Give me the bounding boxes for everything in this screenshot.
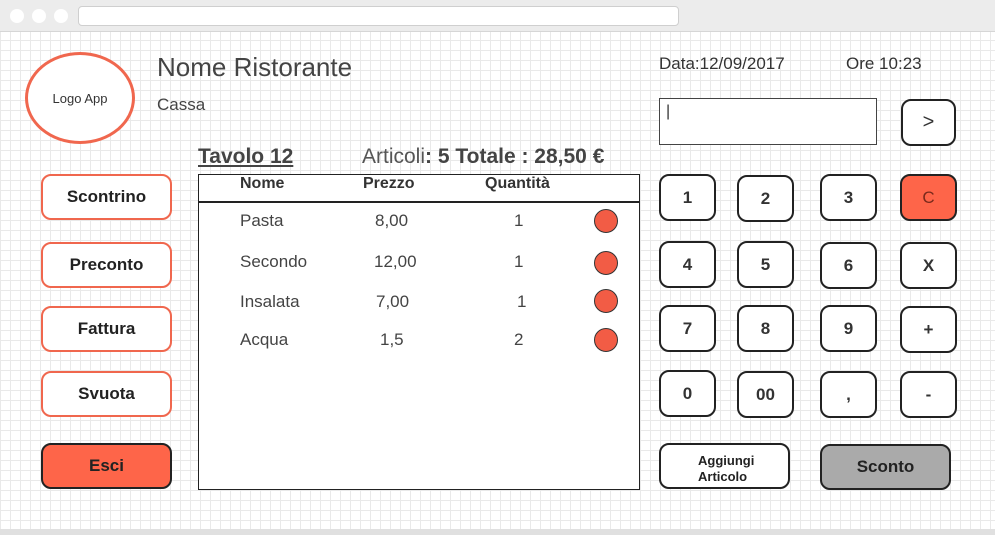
key-0[interactable]: 0 [659,370,716,417]
row-price: 12,00 [374,252,417,271]
articles-count: : 5 Totale [425,145,516,168]
remove-item-button[interactable] [594,209,618,233]
app-logo: Logo App [25,52,135,144]
remove-item-button[interactable] [594,251,618,275]
key-clear[interactable]: C [900,174,957,221]
remove-item-button[interactable] [594,289,618,313]
row-quantity: 1 [514,252,524,271]
key-3[interactable]: 3 [820,174,877,221]
row-quantity: 2 [514,330,524,349]
row-name: Pasta [240,211,284,230]
row-price: 1,5 [380,330,404,349]
key-7[interactable]: 7 [659,305,716,352]
address-bar[interactable] [78,6,679,26]
date-label: Data:12/09/2017 [659,54,785,73]
key-multiply[interactable]: X [900,242,957,289]
confirm-button[interactable]: > [901,99,956,146]
key-plus[interactable]: + [900,306,957,353]
row-name: Acqua [240,330,289,349]
row-name: Insalata [240,292,300,311]
order-summary: Articoli: 5 Totale : 28,50 € [362,145,604,169]
invoice-button[interactable]: Fattura [41,306,172,352]
key-5[interactable]: 5 [737,241,794,288]
key-00[interactable]: 00 [737,371,794,418]
key-6[interactable]: 6 [820,242,877,289]
order-total: : 28,50 € [521,145,605,168]
key-2[interactable]: 2 [737,175,794,222]
pre-bill-button[interactable]: Preconto [41,242,172,288]
row-quantity: 1 [514,211,524,230]
column-header-name: Nome [240,175,285,192]
key-8[interactable]: 8 [737,305,794,352]
clear-button[interactable]: Svuota [41,371,172,417]
window-close-dot[interactable] [10,9,24,23]
receipt-button[interactable]: Scontrino [41,174,172,220]
time-label: Ore 10:23 [846,54,922,73]
add-item-button[interactable]: Aggiungi Articolo [659,443,790,489]
exit-button[interactable]: Esci [41,443,172,489]
key-9[interactable]: 9 [820,305,877,352]
add-item-label-line1: Aggiungi [698,453,755,468]
logo-text: Logo App [52,90,108,106]
key-minus[interactable]: - [900,371,957,418]
table-label: Tavolo 12 [198,145,294,168]
add-item-label-line2: Articolo [698,469,748,484]
amount-display-input[interactable]: | [659,98,877,145]
discount-button[interactable]: Sconto [820,444,951,490]
key-4[interactable]: 4 [659,241,716,288]
key-1[interactable]: 1 [659,174,716,221]
window-bottom-bar [0,529,995,535]
row-quantity: 1 [517,292,527,311]
table-header-divider [198,201,640,203]
key-comma[interactable]: , [820,371,877,418]
row-price: 8,00 [375,211,409,230]
restaurant-name: Nome Ristorante [157,52,353,82]
articles-label: Articoli [362,145,426,168]
row-name: Secondo [240,252,308,271]
window-minimize-dot[interactable] [32,9,46,23]
remove-item-button[interactable] [594,328,618,352]
column-header-price: Prezzo [363,175,415,192]
window-maximize-dot[interactable] [54,9,68,23]
row-price: 7,00 [376,292,410,311]
column-header-quantity: Quantità [485,175,550,192]
page-subtitle: Cassa [157,95,206,114]
